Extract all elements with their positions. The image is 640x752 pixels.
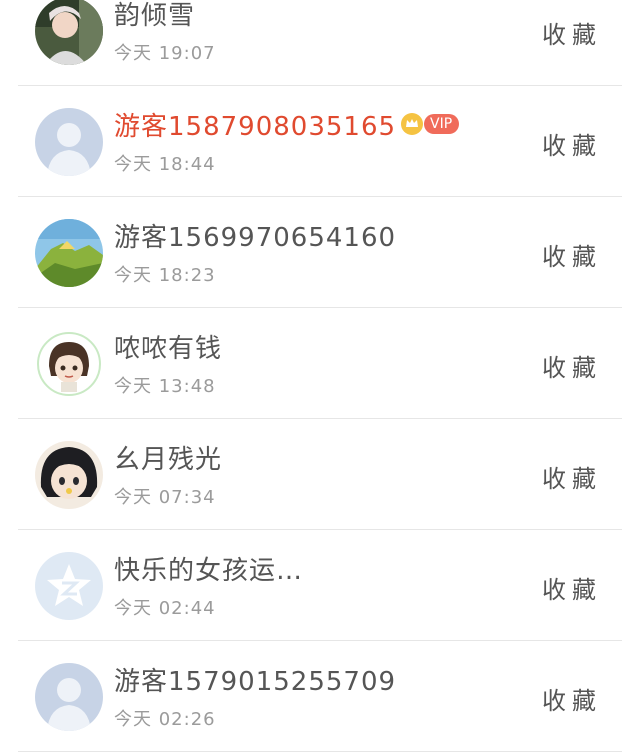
avatar[interactable] bbox=[35, 663, 103, 731]
visit-time: 今天 18:23 bbox=[114, 265, 216, 286]
qzone-avatar-icon bbox=[35, 552, 103, 620]
visit-time: 今天 02:44 bbox=[114, 598, 216, 619]
name-line: 快乐的女孩运… bbox=[114, 550, 303, 587]
avatar[interactable] bbox=[35, 219, 103, 287]
default-avatar-icon bbox=[35, 663, 103, 731]
favorite-button[interactable]: 收藏 bbox=[542, 237, 602, 272]
avatar[interactable] bbox=[35, 108, 103, 176]
list-item[interactable]: 韵倾雪 今天 19:07 收藏 bbox=[18, 0, 622, 86]
favorite-button[interactable]: 收藏 bbox=[542, 681, 602, 716]
landscape-avatar-icon bbox=[35, 219, 103, 287]
visitor-name[interactable]: 游客1569970654160 bbox=[114, 217, 396, 254]
favorite-button[interactable]: 收藏 bbox=[542, 459, 602, 494]
favorite-button[interactable]: 收藏 bbox=[542, 570, 602, 605]
visit-time: 今天 18:44 bbox=[114, 154, 216, 175]
favorite-button[interactable]: 收藏 bbox=[542, 126, 602, 161]
visit-time: 今天 13:48 bbox=[114, 376, 216, 397]
vip-badge: VIP bbox=[424, 114, 460, 134]
default-avatar-icon bbox=[35, 108, 103, 176]
visitor-name[interactable]: 游客1579015255709 bbox=[114, 661, 396, 698]
visit-time: 今天 07:34 bbox=[114, 487, 216, 508]
avatar[interactable] bbox=[35, 0, 103, 65]
list-item[interactable]: 快乐的女孩运… 今天 02:44 收藏 bbox=[18, 530, 622, 641]
avatar[interactable] bbox=[35, 441, 103, 509]
name-line: 韵倾雪 bbox=[114, 0, 195, 32]
favorite-button[interactable]: 收藏 bbox=[542, 15, 602, 50]
visitor-name[interactable]: 幺月残光 bbox=[114, 439, 222, 476]
photo-avatar-icon bbox=[35, 0, 103, 65]
name-line: 哝哝有钱 bbox=[114, 328, 222, 365]
visitor-name[interactable]: 哝哝有钱 bbox=[114, 328, 222, 365]
name-line: 游客1569970654160 bbox=[114, 217, 396, 254]
list-item[interactable]: 哝哝有钱 今天 13:48 收藏 bbox=[18, 308, 622, 419]
visit-time: 今天 19:07 bbox=[114, 43, 216, 64]
crown-icon bbox=[400, 112, 424, 136]
visitor-name[interactable]: 韵倾雪 bbox=[114, 0, 195, 32]
cartoon-avatar-icon bbox=[35, 330, 103, 398]
name-line: 游客1587908035165 VIP bbox=[114, 106, 460, 143]
name-line: 幺月残光 bbox=[114, 439, 222, 476]
list-item[interactable]: 游客1587908035165 VIP 今天 18:44 收藏 bbox=[18, 86, 622, 197]
list-item[interactable]: 游客1569970654160 今天 18:23 收藏 bbox=[18, 197, 622, 308]
list-item[interactable]: 幺月残光 今天 07:34 收藏 bbox=[18, 419, 622, 530]
avatar[interactable] bbox=[35, 330, 103, 398]
avatar[interactable] bbox=[35, 552, 103, 620]
visitor-name[interactable]: 快乐的女孩运… bbox=[114, 550, 303, 587]
list-item[interactable]: 游客1579015255709 今天 02:26 收藏 bbox=[18, 641, 622, 752]
name-line: 游客1579015255709 bbox=[114, 661, 396, 698]
visitor-name[interactable]: 游客1587908035165 bbox=[114, 106, 396, 143]
anime-avatar-icon bbox=[35, 441, 103, 509]
visitor-list: 韵倾雪 今天 19:07 收藏 游客1587908035165 VIP 今天 1… bbox=[0, 0, 640, 752]
visit-time: 今天 02:26 bbox=[114, 709, 216, 730]
favorite-button[interactable]: 收藏 bbox=[542, 348, 602, 383]
